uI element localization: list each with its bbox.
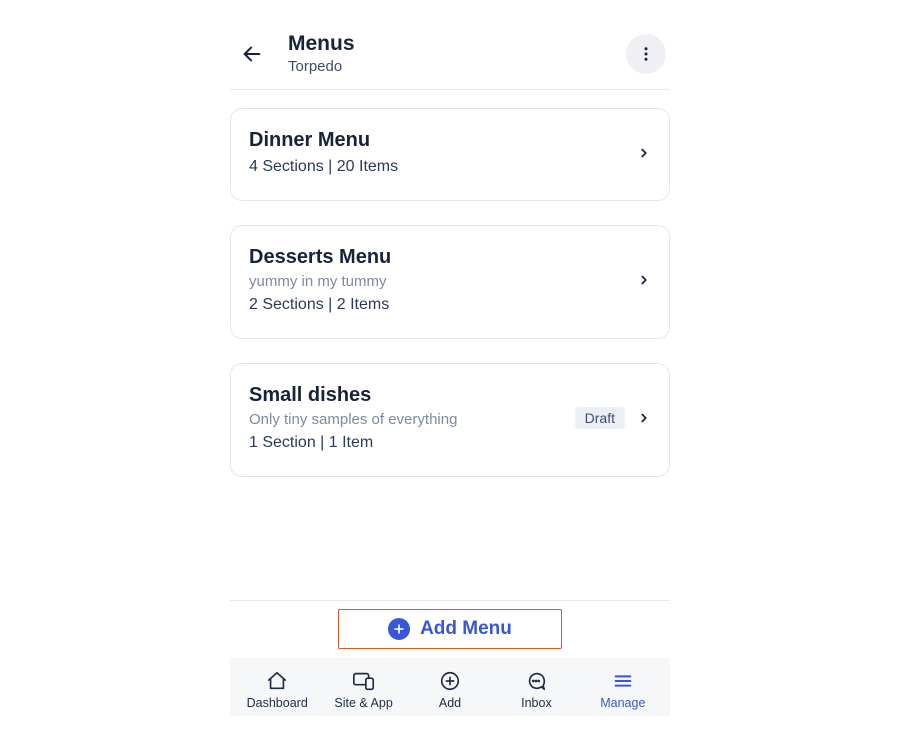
chat-icon bbox=[525, 670, 547, 692]
nav-label: Site & App bbox=[334, 696, 392, 710]
menu-title: Desserts Menu bbox=[249, 246, 637, 269]
menu-title: Dinner Menu bbox=[249, 129, 637, 152]
nav-label: Manage bbox=[600, 696, 645, 710]
nav-add[interactable]: Add bbox=[407, 670, 493, 710]
add-menu-button[interactable]: Add Menu bbox=[338, 609, 562, 649]
menu-card[interactable]: Dinner Menu 4 Sections | 20 Items bbox=[230, 108, 670, 201]
menu-stats: 4 Sections | 20 Items bbox=[249, 158, 637, 176]
home-icon bbox=[266, 670, 288, 692]
menu-description: Only tiny samples of everything bbox=[249, 411, 575, 428]
devices-icon bbox=[352, 670, 376, 692]
nav-dashboard[interactable]: Dashboard bbox=[234, 670, 320, 710]
nav-label: Add bbox=[439, 696, 461, 710]
nav-manage[interactable]: Manage bbox=[580, 670, 666, 710]
add-bar: Add Menu bbox=[230, 600, 670, 649]
dots-vertical-icon bbox=[637, 45, 655, 63]
page-header: Menus Torpedo bbox=[230, 24, 670, 90]
nav-label: Dashboard bbox=[247, 696, 308, 710]
menu-card[interactable]: Desserts Menu yummy in my tummy 2 Sectio… bbox=[230, 225, 670, 339]
page-title: Menus bbox=[288, 32, 626, 56]
header-titles: Menus Torpedo bbox=[288, 32, 626, 75]
plus-circle-outline-icon bbox=[439, 670, 461, 692]
more-options-button[interactable] bbox=[626, 34, 666, 74]
nav-label: Inbox bbox=[521, 696, 552, 710]
chevron-right-icon bbox=[637, 146, 651, 160]
page-subtitle: Torpedo bbox=[288, 58, 626, 75]
menu-list: Dinner Menu 4 Sections | 20 Items Desser… bbox=[230, 90, 670, 477]
nav-inbox[interactable]: Inbox bbox=[493, 670, 579, 710]
add-menu-label: Add Menu bbox=[420, 618, 512, 640]
status-badge: Draft bbox=[575, 407, 625, 429]
menu-title: Small dishes bbox=[249, 384, 575, 407]
arrow-left-icon bbox=[241, 43, 263, 65]
nav-site-app[interactable]: Site & App bbox=[320, 670, 406, 710]
bottom-nav: Dashboard Site & App Add Inbox Manage bbox=[230, 658, 670, 716]
menu-stats: 1 Section | 1 Item bbox=[249, 434, 575, 452]
menu-description: yummy in my tummy bbox=[249, 273, 637, 290]
back-button[interactable] bbox=[234, 36, 270, 72]
menu-card[interactable]: Small dishes Only tiny samples of everyt… bbox=[230, 363, 670, 477]
chevron-right-icon bbox=[637, 273, 651, 287]
menu-stats: 2 Sections | 2 Items bbox=[249, 296, 637, 314]
chevron-right-icon bbox=[637, 411, 651, 425]
menu-icon bbox=[612, 670, 634, 692]
plus-circle-icon bbox=[388, 618, 410, 640]
